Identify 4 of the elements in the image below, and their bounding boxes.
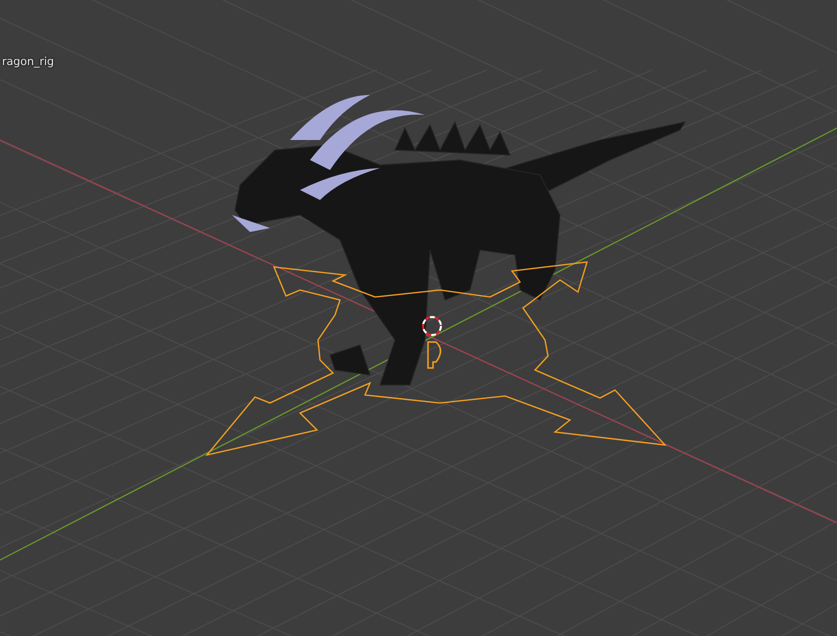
object-name-label: ragon_rig — [2, 55, 54, 68]
3d-cursor-icon[interactable] — [422, 316, 442, 336]
control-shape-icon[interactable] — [427, 341, 442, 369]
root-control-outline[interactable] — [205, 261, 667, 456]
